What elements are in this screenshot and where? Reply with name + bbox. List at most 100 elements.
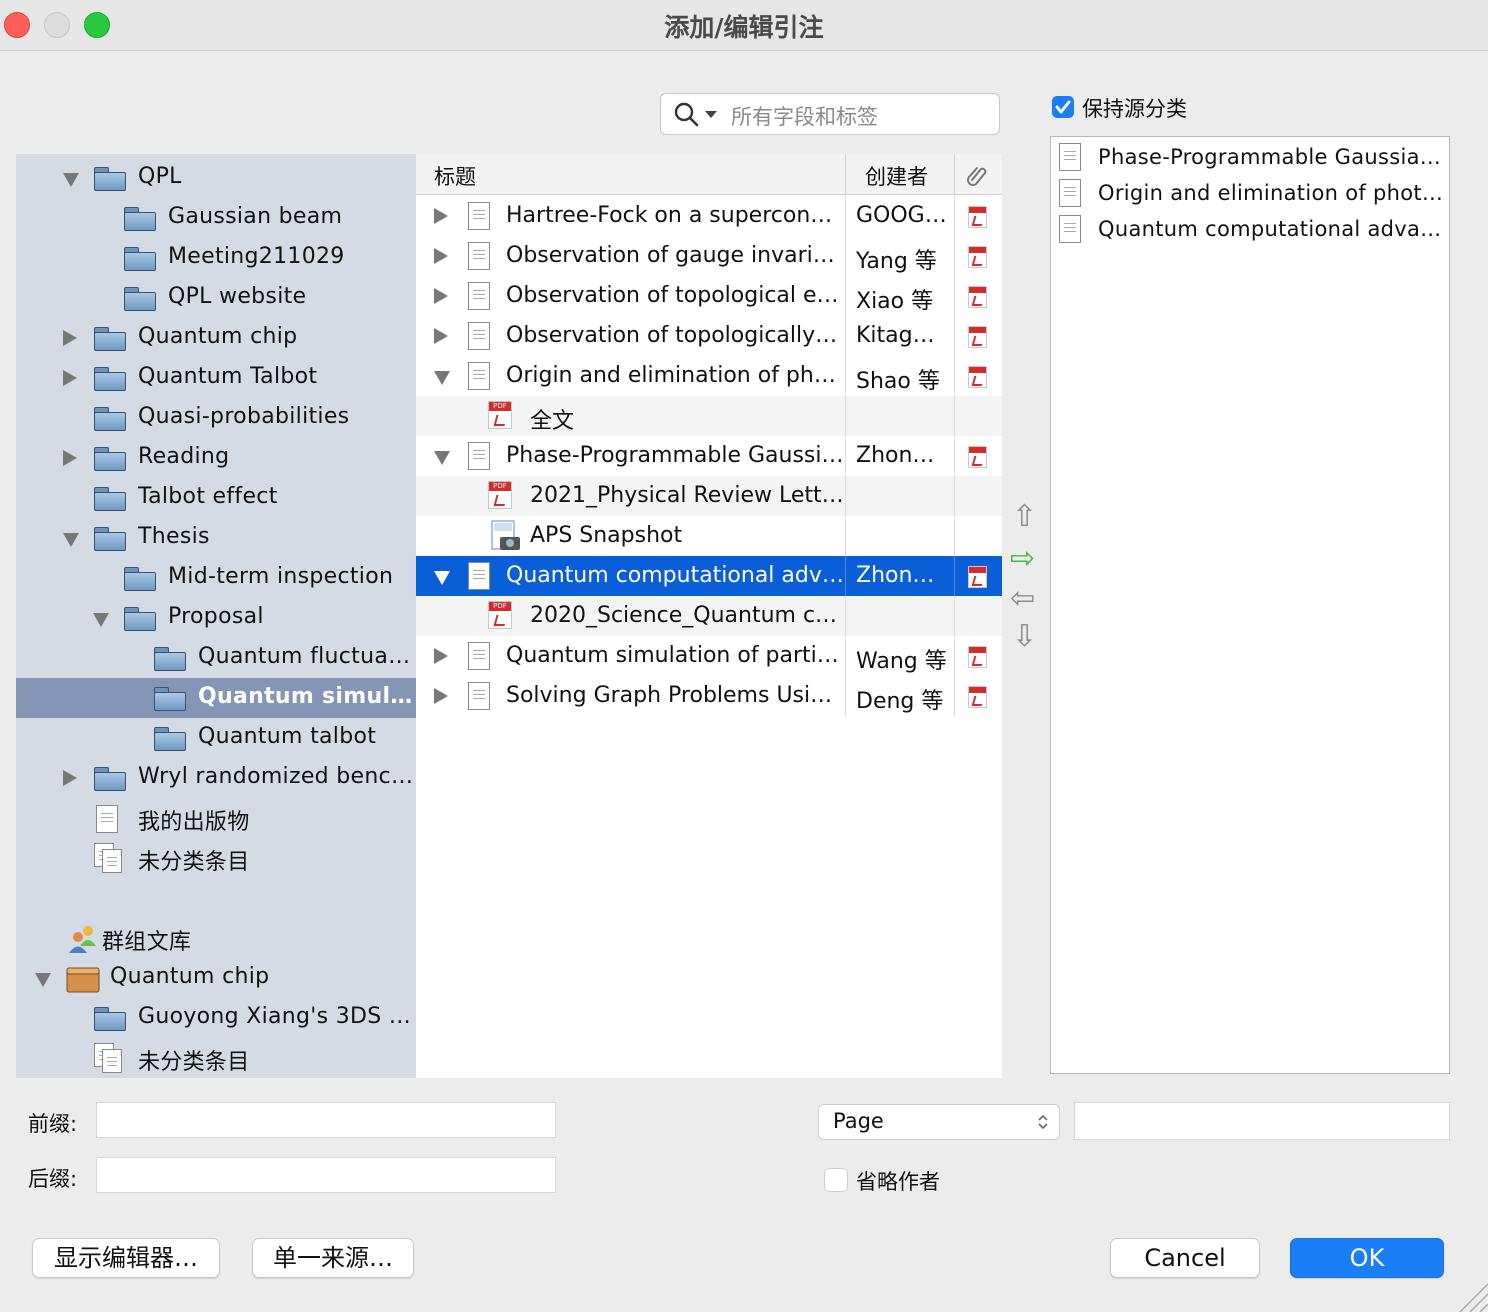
disclosure-collapsed-icon[interactable] (434, 208, 448, 224)
tree-item[interactable]: Meeting211029 (16, 238, 416, 278)
tree-item[interactable]: Proposal (16, 598, 416, 638)
prefix-label: 前缀: (28, 1112, 78, 1136)
disclosure-expanded-icon[interactable] (93, 613, 109, 627)
omit-author-checkbox[interactable] (824, 1168, 848, 1192)
single-source-button[interactable]: 单一来源… (252, 1238, 414, 1278)
attachment-row[interactable]: 2021_Physical Review Lett… (416, 476, 1002, 516)
pdf-icon[interactable] (968, 286, 987, 308)
suffix-field[interactable] (96, 1157, 556, 1193)
pdf-icon[interactable] (968, 206, 987, 228)
tree-item[interactable]: Quantum chip (16, 318, 416, 358)
item-list[interactable]: 标题 创建者 Hartree-Fock on a supercon… GOOG… O… (416, 154, 1002, 1078)
item-row[interactable]: Phase-Programmable Gaussi… Zhon… (416, 436, 1002, 476)
disclosure-expanded-icon[interactable] (35, 973, 51, 987)
item-row[interactable]: Solving Graph Problems Usi… Deng 等 (416, 676, 1002, 716)
tree-item[interactable]: Quantum simul… (16, 678, 416, 718)
selected-citation-item[interactable]: Phase-Programmable Gaussia… (1051, 139, 1449, 175)
selected-items-panel[interactable]: Phase-Programmable Gaussia… Origin and el… (1050, 136, 1450, 1074)
move-up-arrow-icon[interactable]: ⇧ (1012, 502, 1037, 532)
locator-type-select[interactable]: Page (818, 1104, 1060, 1140)
add-right-arrow-icon[interactable]: ⇨ (1010, 544, 1035, 574)
keep-source-option[interactable]: 保持源分类 (1052, 94, 1272, 124)
column-divider (954, 316, 955, 356)
remove-left-arrow-icon[interactable]: ⇦ (1010, 584, 1035, 614)
item-title: Observation of topologically… (506, 323, 838, 348)
disclosure-collapsed-icon[interactable] (63, 450, 77, 466)
tree-item[interactable]: 未分类条目 (16, 1038, 416, 1078)
show-editor-button[interactable]: 显示编辑器… (32, 1238, 220, 1278)
search-field[interactable]: 所有字段和标签 (660, 93, 1000, 135)
item-row[interactable]: Quantum computational adv… Zhon… (416, 556, 1002, 596)
ok-button[interactable]: OK (1290, 1238, 1444, 1278)
disclosure-collapsed-icon[interactable] (434, 288, 448, 304)
item-row[interactable]: Quantum simulation of parti… Wang 等 (416, 636, 1002, 676)
prefix-field[interactable] (96, 1102, 556, 1138)
pdf-icon[interactable] (968, 366, 987, 388)
disclosure-collapsed-icon[interactable] (434, 688, 448, 704)
tree-item[interactable]: Quantum chip (16, 958, 416, 998)
attachment-row[interactable]: APS Snapshot (416, 516, 1002, 556)
disclosure-collapsed-icon[interactable] (63, 370, 77, 386)
tree-item[interactable]: Thesis (16, 518, 416, 558)
item-row[interactable]: Origin and elimination of ph… Shao 等 (416, 356, 1002, 396)
omit-author-option[interactable]: 省略作者 (824, 1166, 964, 1196)
tree-item[interactable]: Guoyong Xiang's 3DS … (16, 998, 416, 1038)
pdf-icon[interactable] (968, 326, 987, 348)
tree-item[interactable]: Quantum talbot (16, 718, 416, 758)
search-icon[interactable] (673, 101, 721, 127)
tree-item[interactable]: 我的出版物 (16, 798, 416, 838)
move-down-arrow-icon[interactable]: ⇩ (1012, 622, 1037, 652)
column-divider (845, 236, 846, 276)
tree-item[interactable]: Quantum Talbot (16, 358, 416, 398)
tree-item[interactable]: Mid-term inspection (16, 558, 416, 598)
disclosure-expanded-icon[interactable] (434, 571, 450, 585)
selected-citation-item[interactable]: Origin and elimination of phot… (1051, 175, 1449, 211)
attachment-row[interactable]: 2020_Science_Quantum c… (416, 596, 1002, 636)
item-row[interactable]: Observation of gauge invari… Yang 等 (416, 236, 1002, 276)
tree-item[interactable]: Quantum fluctua… (16, 638, 416, 678)
disclosure-expanded-icon[interactable] (434, 451, 450, 465)
locator-field[interactable] (1074, 1102, 1450, 1140)
disclosure-collapsed-icon[interactable] (434, 328, 448, 344)
search-input[interactable]: 所有字段和标签 (731, 101, 878, 131)
item-creator: Kitag… (856, 323, 935, 348)
pdf-icon[interactable] (968, 246, 987, 268)
disclosure-collapsed-icon[interactable] (434, 248, 448, 264)
column-title-header[interactable]: 标题 (434, 161, 476, 191)
selected-citation-item[interactable]: Quantum computational adva… (1051, 211, 1449, 247)
tree-item[interactable]: Wryl randomized benc… (16, 758, 416, 798)
item-row[interactable]: Observation of topologically… Kitag… (416, 316, 1002, 356)
disclosure-expanded-icon[interactable] (63, 173, 79, 187)
resize-grip-icon[interactable] (1456, 1280, 1488, 1312)
pdf-icon[interactable] (968, 646, 987, 668)
item-row[interactable]: Hartree-Fock on a supercon… GOOG… (416, 196, 1002, 236)
keep-source-checkbox[interactable] (1052, 96, 1074, 118)
tree-item-label: QPL (138, 164, 182, 189)
tree-item-label: Gaussian beam (168, 204, 343, 229)
tree-item[interactable]: Gaussian beam (16, 198, 416, 238)
tree-item[interactable]: QPL (16, 158, 416, 198)
disclosure-collapsed-icon[interactable] (63, 770, 77, 786)
disclosure-expanded-icon[interactable] (63, 533, 79, 547)
column-creator-header[interactable]: 创建者 (865, 161, 928, 191)
disclosure-collapsed-icon[interactable] (63, 330, 77, 346)
disclosure-expanded-icon[interactable] (434, 371, 450, 385)
journal-article-icon (468, 642, 490, 670)
column-divider (845, 676, 846, 716)
cancel-button[interactable]: Cancel (1110, 1238, 1260, 1278)
tree-item-label: 未分类条目 (138, 850, 250, 875)
pdf-icon[interactable] (968, 686, 987, 708)
pdf-icon[interactable] (968, 446, 987, 468)
tree-item[interactable]: QPL website (16, 278, 416, 318)
attachment-column-icon[interactable] (965, 163, 989, 187)
item-row[interactable]: Observation of topological e… Xiao 等 (416, 276, 1002, 316)
tree-item[interactable]: 未分类条目 (16, 838, 416, 878)
disclosure-collapsed-icon[interactable] (434, 648, 448, 664)
attachment-row[interactable]: 全文 (416, 396, 1002, 436)
tree-item[interactable]: Reading (16, 438, 416, 478)
pdf-icon[interactable] (968, 566, 987, 588)
collection-tree[interactable]: QPL Gaussian beam Meeting211029 QPL website… (16, 154, 416, 1078)
tree-item[interactable]: Talbot effect (16, 478, 416, 518)
tree-item[interactable]: 群组文库 (16, 918, 416, 958)
tree-item[interactable]: Quasi-probabilities (16, 398, 416, 438)
